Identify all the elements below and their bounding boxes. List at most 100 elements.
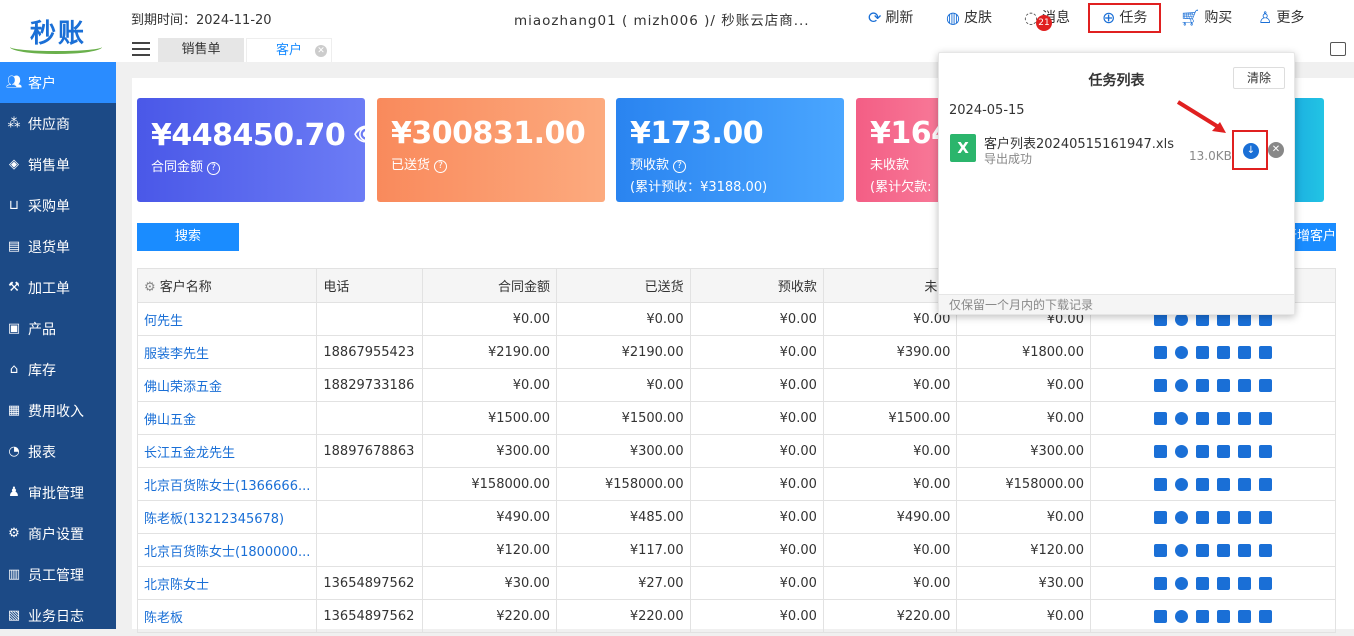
tasks-button[interactable]: ⊕ 任务	[1088, 3, 1162, 33]
remove-action-icon[interactable]	[1174, 411, 1188, 425]
sidebar-item-product[interactable]: ▣ 产品	[0, 308, 116, 349]
sidebar-item-sales-order[interactable]: ◈ 销售单	[0, 144, 116, 185]
delete-icon[interactable]: ✕	[1268, 142, 1284, 158]
messages-button[interactable]: ◌ 21 消息	[1024, 5, 1070, 31]
buy-button[interactable]: 🛒︎ 购买	[1180, 5, 1232, 31]
tag-action-icon[interactable]	[1153, 510, 1167, 524]
edit-action-icon[interactable]	[1195, 576, 1209, 590]
inbox-action-icon[interactable]	[1237, 609, 1251, 623]
inbox-action-icon[interactable]	[1237, 477, 1251, 491]
sidebar-item-merchant-settings[interactable]: ⚙︎ 商户设置	[0, 513, 116, 554]
sidebar-item-purchase-order[interactable]: ⊔ 采购单	[0, 185, 116, 226]
tag-action-icon[interactable]	[1153, 543, 1167, 557]
remove-action-icon[interactable]	[1174, 378, 1188, 392]
edit-action-icon[interactable]	[1195, 543, 1209, 557]
remove-action-icon[interactable]	[1174, 477, 1188, 491]
sidebar-item-business-log[interactable]: ▧ 业务日志	[0, 595, 116, 636]
archive-action-icon[interactable]	[1258, 477, 1272, 491]
help-icon[interactable]: ?	[673, 160, 687, 173]
archive-action-icon[interactable]	[1258, 576, 1272, 590]
cell-name[interactable]: 服装李先生	[136, 335, 318, 369]
fullscreen-icon[interactable]	[1330, 42, 1346, 56]
download-action-icon[interactable]	[1216, 609, 1230, 623]
inbox-action-icon[interactable]	[1237, 576, 1251, 590]
cell-name[interactable]: 长江五金龙先生	[136, 434, 318, 468]
inbox-action-icon[interactable]	[1237, 411, 1251, 425]
remove-action-icon[interactable]	[1174, 510, 1188, 524]
tag-action-icon[interactable]	[1153, 444, 1167, 458]
menu-toggle-icon[interactable]	[132, 42, 150, 56]
download-action-icon[interactable]	[1216, 543, 1230, 557]
cell-name[interactable]: 陈老板	[136, 599, 318, 633]
search-button[interactable]: 搜索	[137, 223, 239, 251]
tab-customer[interactable]: 客户 ✕	[246, 38, 332, 62]
remove-action-icon[interactable]	[1174, 444, 1188, 458]
tag-action-icon[interactable]	[1153, 576, 1167, 590]
clear-button[interactable]: 清除	[1233, 67, 1285, 89]
edit-action-icon[interactable]	[1195, 444, 1209, 458]
remove-action-icon[interactable]	[1174, 543, 1188, 557]
cell-name[interactable]: 佛山五金	[136, 401, 318, 435]
skin-button[interactable]: ◍ 皮肤	[946, 5, 992, 31]
sidebar-item-process-order[interactable]: ⚒︎ 加工单	[0, 267, 116, 308]
tag-action-icon[interactable]	[1153, 345, 1167, 359]
edit-action-icon[interactable]	[1195, 477, 1209, 491]
inbox-action-icon[interactable]	[1237, 510, 1251, 524]
archive-action-icon[interactable]	[1258, 510, 1272, 524]
download-action-icon[interactable]	[1216, 510, 1230, 524]
cell-name[interactable]: 陈老板(13212345678)	[136, 500, 318, 534]
edit-action-icon[interactable]	[1195, 345, 1209, 359]
gear-icon[interactable]: ⚙︎	[144, 280, 156, 295]
cell-name[interactable]: 北京陈女士	[136, 566, 318, 600]
download-icon[interactable]: ↓	[1243, 143, 1259, 159]
tag-action-icon[interactable]	[1153, 378, 1167, 392]
edit-action-icon[interactable]	[1195, 510, 1209, 524]
remove-action-icon[interactable]	[1174, 609, 1188, 623]
help-icon[interactable]: ?	[434, 160, 448, 173]
edit-action-icon[interactable]	[1195, 411, 1209, 425]
cell-name[interactable]: 北京百货陈女士(1800000...	[136, 533, 318, 567]
cell-name[interactable]: 北京百货陈女士(1366666...	[136, 467, 318, 501]
inbox-action-icon[interactable]	[1237, 444, 1251, 458]
help-icon[interactable]: ?	[207, 162, 221, 175]
edit-action-icon[interactable]	[1195, 378, 1209, 392]
tag-action-icon[interactable]	[1153, 411, 1167, 425]
close-tab-icon[interactable]: ✕	[315, 45, 327, 57]
download-action-icon[interactable]	[1216, 411, 1230, 425]
archive-action-icon[interactable]	[1258, 378, 1272, 392]
inbox-action-icon[interactable]	[1237, 378, 1251, 392]
sidebar-item-supplier[interactable]: ⁂ 供应商	[0, 103, 116, 144]
tab-sales-order[interactable]: 销售单	[158, 38, 244, 62]
sidebar-item-expense-income[interactable]: ▦ 费用收入	[0, 390, 116, 431]
sidebar-item-customer[interactable]: 👥︎ 客户	[0, 62, 116, 103]
cell-name[interactable]: 佛山荣添五金	[136, 368, 318, 402]
download-action-icon[interactable]	[1216, 345, 1230, 359]
sidebar-item-reports[interactable]: ◔ 报表	[0, 431, 116, 472]
tag-action-icon[interactable]	[1153, 477, 1167, 491]
archive-action-icon[interactable]	[1258, 444, 1272, 458]
archive-action-icon[interactable]	[1258, 411, 1272, 425]
edit-action-icon[interactable]	[1195, 609, 1209, 623]
download-action-icon[interactable]	[1216, 576, 1230, 590]
cell-name[interactable]: 何先生	[136, 302, 318, 336]
archive-action-icon[interactable]	[1258, 609, 1272, 623]
inbox-action-icon[interactable]	[1237, 543, 1251, 557]
remove-action-icon[interactable]	[1174, 576, 1188, 590]
archive-action-icon[interactable]	[1258, 543, 1272, 557]
download-action-icon[interactable]	[1216, 378, 1230, 392]
remove-action-icon[interactable]	[1174, 345, 1188, 359]
sidebar-item-approval[interactable]: ♟︎ 审批管理	[0, 472, 116, 513]
more-button[interactable]: ♙ 更多	[1258, 5, 1304, 31]
sidebar-item-inventory[interactable]: ⌂ 库存	[0, 349, 116, 390]
tag-action-icon[interactable]	[1153, 609, 1167, 623]
sidebar-item-staff[interactable]: ▥ 员工管理	[0, 554, 116, 595]
inbox-action-icon[interactable]	[1237, 345, 1251, 359]
download-action-icon[interactable]	[1216, 477, 1230, 491]
eye-icon[interactable]: 👁︎	[353, 116, 378, 152]
download-action-icon[interactable]	[1216, 444, 1230, 458]
refresh-button[interactable]: ⟳ 刷新	[868, 5, 913, 31]
archive-action-icon[interactable]	[1258, 345, 1272, 359]
col-customer-name[interactable]: ⚙︎ 客户名称	[136, 268, 318, 303]
sidebar-item-return-order[interactable]: ▤ 退货单	[0, 226, 116, 267]
account-name[interactable]: miaozhang01 ( mizh006 )/ 秒账云店商...	[514, 9, 810, 29]
